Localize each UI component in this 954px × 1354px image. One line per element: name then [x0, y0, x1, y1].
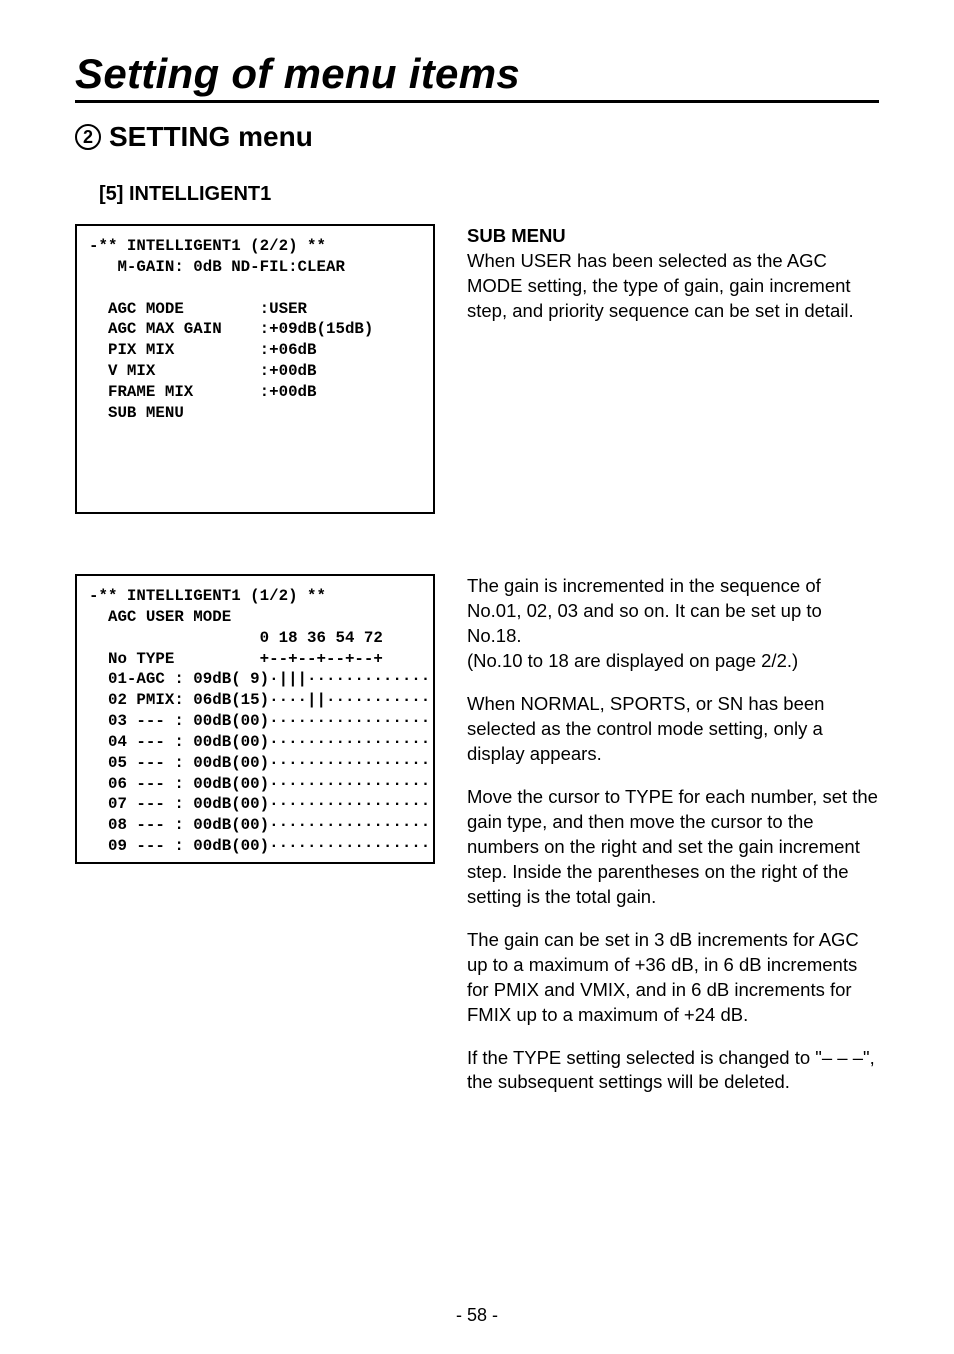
section-number-circle: 2 [75, 124, 101, 150]
detail-p1b-text: (No.10 to 18 are displayed on page 2/2.) [467, 650, 798, 671]
row-2: -** INTELLIGENT1 (1/2) ** AGC USER MODE … [75, 574, 879, 1095]
screen-box-2: -** INTELLIGENT1 (1/2) ** AGC USER MODE … [75, 574, 435, 864]
row-1-left: -** INTELLIGENT1 (2/2) ** M-GAIN: 0dB ND… [75, 224, 435, 514]
detail-p2: When NORMAL, SPORTS, or SN has been sele… [467, 692, 879, 767]
subsection-heading: [5] INTELLIGENT1 [99, 183, 879, 206]
submenu-body: When USER has been selected as the AGC M… [467, 250, 854, 321]
page-title: Setting of menu items [75, 50, 879, 98]
title-rule [75, 100, 879, 103]
row-1: -** INTELLIGENT1 (2/2) ** M-GAIN: 0dB ND… [75, 224, 879, 514]
page-number: - 58 - [0, 1305, 954, 1326]
detail-p1: The gain is incremented in the sequence … [467, 574, 879, 674]
screen-box-1: -** INTELLIGENT1 (2/2) ** M-GAIN: 0dB ND… [75, 224, 435, 514]
section-heading-text: SETTING menu [109, 121, 313, 153]
detail-p5: If the TYPE setting selected is changed … [467, 1046, 879, 1096]
row-1-right: SUB MENU When USER has been selected as … [467, 224, 879, 324]
row-2-left: -** INTELLIGENT1 (1/2) ** AGC USER MODE … [75, 574, 435, 864]
submenu-block: SUB MENU When USER has been selected as … [467, 224, 879, 324]
submenu-title: SUB MENU [467, 225, 566, 246]
section-heading: 2 SETTING menu [75, 121, 879, 153]
detail-p4: The gain can be set in 3 dB increments f… [467, 928, 879, 1028]
row-2-right: The gain is incremented in the sequence … [467, 574, 879, 1095]
detail-p1-text: The gain is incremented in the sequence … [467, 575, 822, 646]
detail-p3: Move the cursor to TYPE for each number,… [467, 785, 879, 910]
